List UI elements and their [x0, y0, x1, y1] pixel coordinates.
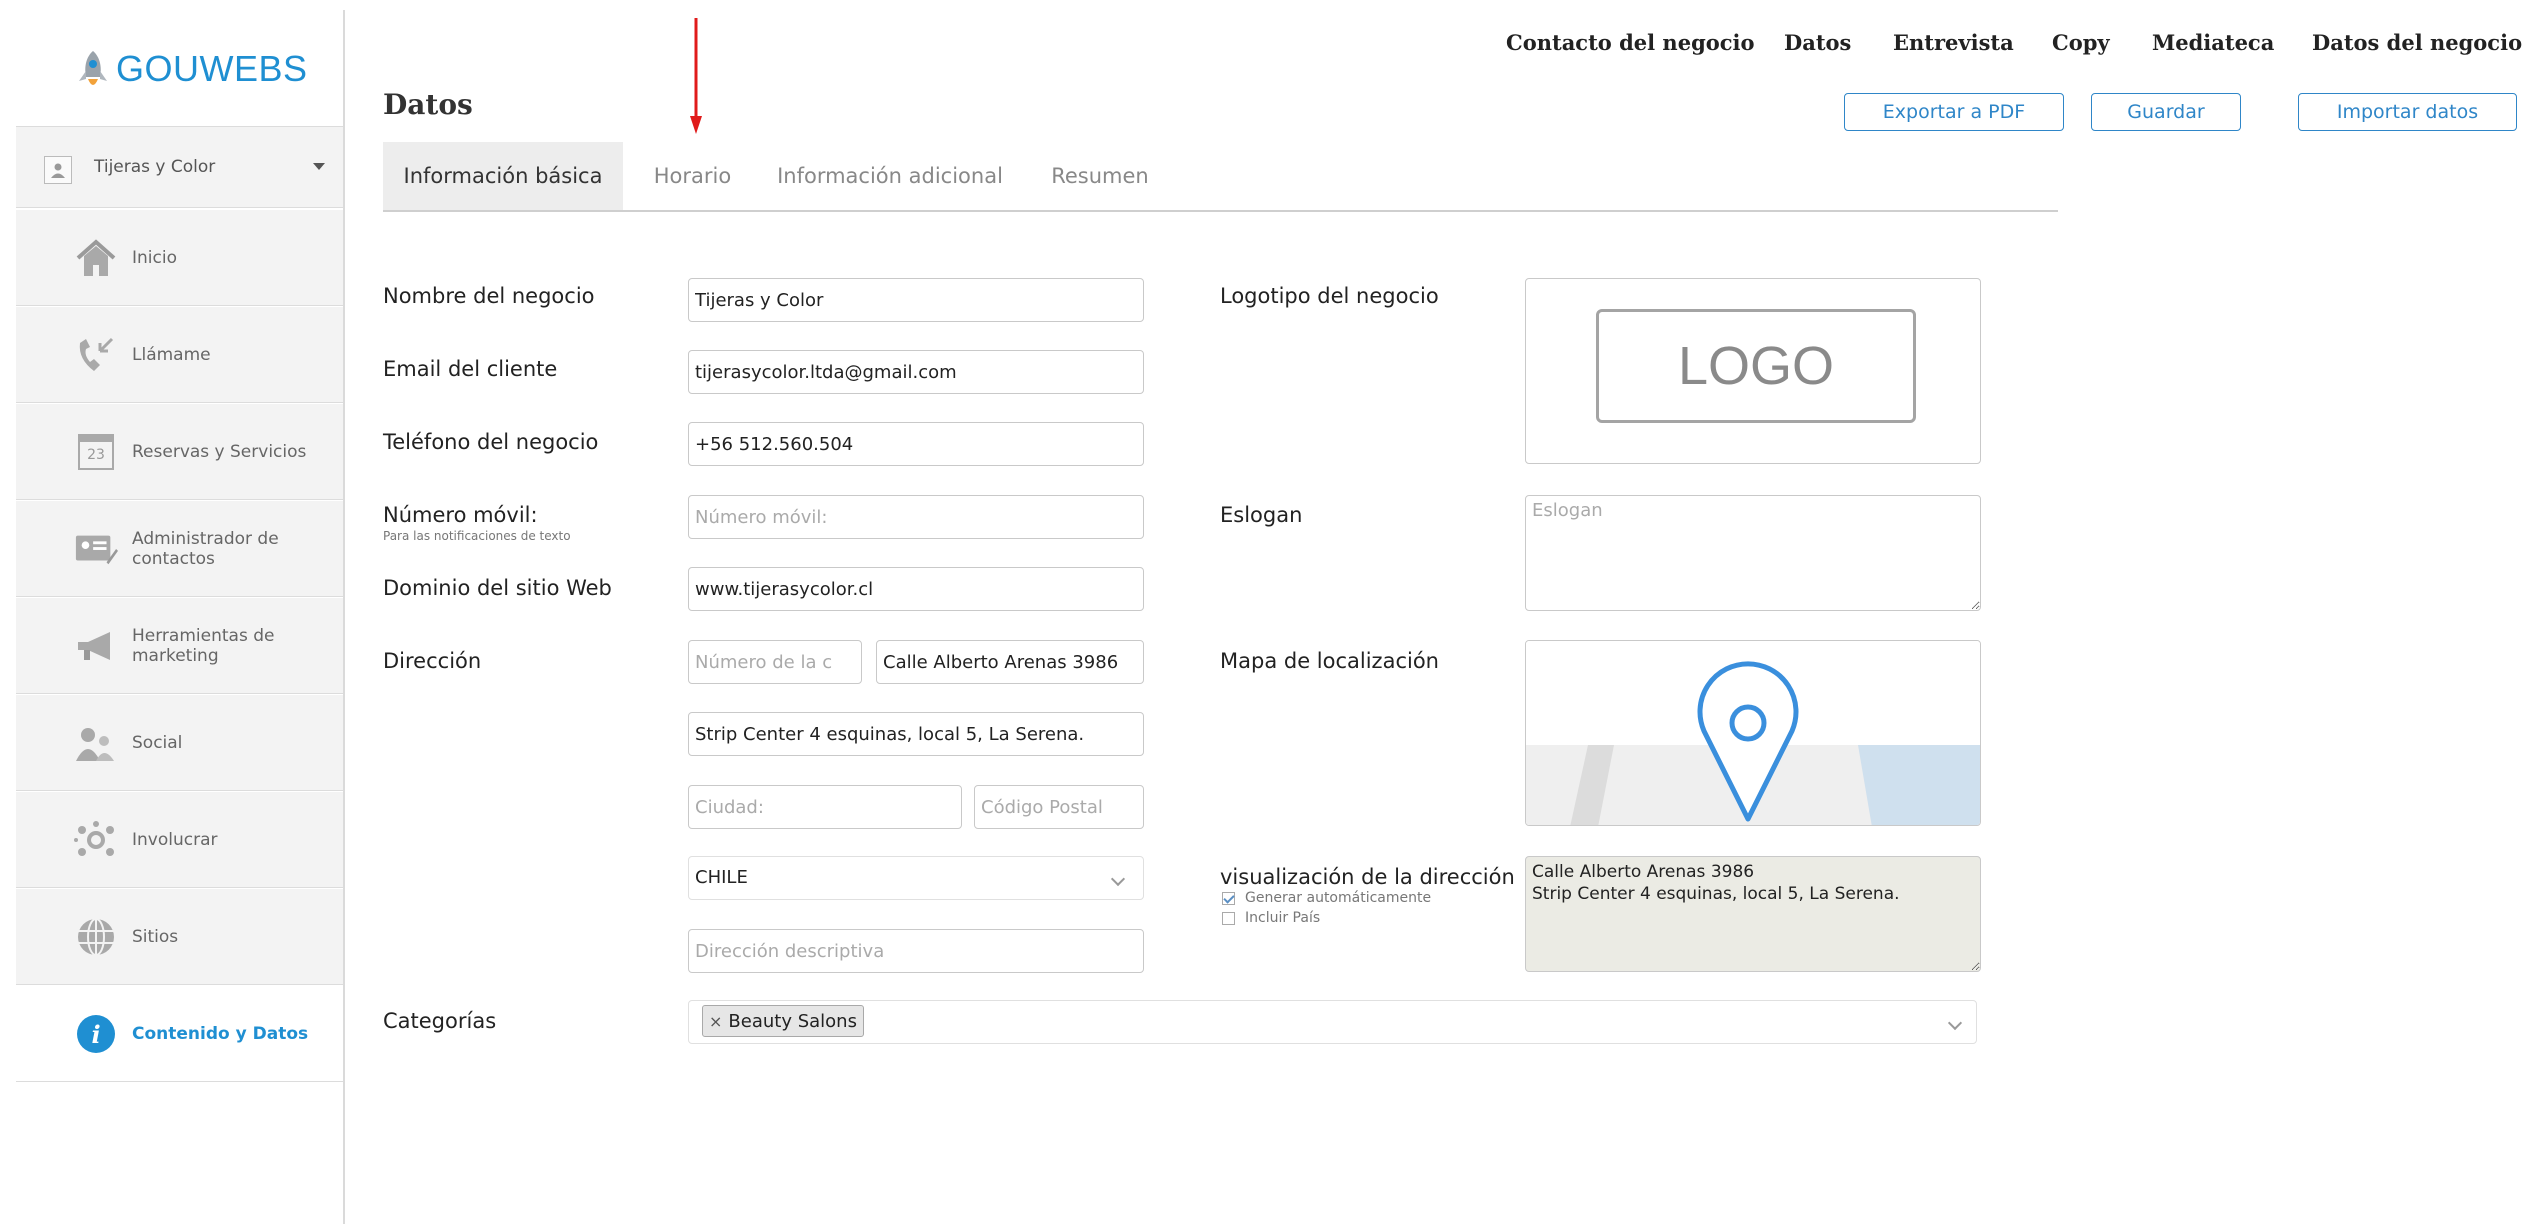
mobile-input[interactable]: [688, 495, 1144, 539]
home-icon: [74, 238, 118, 278]
business-name-input[interactable]: [688, 278, 1144, 322]
sidebar-item-sitios[interactable]: Sitios: [16, 889, 343, 985]
street-input[interactable]: [876, 640, 1144, 684]
megaphone-icon: [74, 626, 118, 666]
annotation-arrow: [690, 18, 702, 134]
top-nav-datos-negocio[interactable]: Datos del negocio: [2312, 30, 2522, 55]
business-phone-label: Teléfono del negocio: [383, 430, 599, 454]
domain-input[interactable]: [688, 567, 1144, 611]
people-icon: [74, 723, 118, 763]
top-nav-datos[interactable]: Datos: [1784, 30, 1851, 55]
business-phone-input[interactable]: [688, 422, 1144, 466]
logo-label: Logotipo del negocio: [1220, 284, 1439, 308]
page-title: Datos: [383, 88, 473, 121]
svg-text:i: i: [91, 1020, 100, 1049]
chevron-down-icon[interactable]: [313, 163, 325, 170]
rocket-logo-icon: [79, 51, 107, 85]
address-display-textarea: Calle Alberto Arenas 3986 Strip Center 4…: [1525, 856, 1981, 972]
brand-name: GOUWEBS: [116, 48, 308, 89]
tab-informacion-adicional[interactable]: Información adicional: [770, 142, 1010, 210]
address-line2-input[interactable]: [688, 712, 1144, 756]
globe-icon: [74, 917, 118, 957]
sidebar-item-label: Llámame: [132, 344, 211, 365]
sidebar-item-marketing[interactable]: Herramientas de marketing: [16, 598, 343, 694]
top-nav-contacto[interactable]: Contacto del negocio: [1506, 30, 1755, 55]
include-country-checkbox-row[interactable]: Incluir País: [1222, 910, 1320, 926]
include-country-label: Incluir País: [1245, 910, 1321, 926]
contact-card-icon: [74, 529, 118, 569]
logo-placeholder: LOGO: [1596, 309, 1916, 423]
phone-icon: [74, 335, 118, 375]
country-value: CHILE: [695, 867, 748, 888]
account-name: Tijeras y Color: [94, 157, 216, 177]
auto-generate-label: Generar automáticamente: [1245, 890, 1432, 906]
sidebar-item-label: Administrador de contactos: [132, 528, 279, 569]
sidebar-item-social[interactable]: Social: [16, 695, 343, 791]
remove-tag-icon[interactable]: ×: [709, 1012, 722, 1031]
sidebar-item-label: Inicio: [132, 247, 177, 268]
user-avatar-icon: [44, 156, 72, 184]
sidebar-item-label: Reservas y Servicios: [132, 441, 307, 462]
network-icon: [74, 820, 118, 860]
tabs-divider: [383, 210, 2058, 212]
info-icon: i: [74, 1014, 118, 1054]
chevron-down-icon: [1947, 1015, 1963, 1031]
client-email-input[interactable]: [688, 350, 1144, 394]
mobile-sublabel: Para las notificaciones de texto: [383, 529, 571, 543]
sidebar-item-reservas[interactable]: 23 Reservas y Servicios: [16, 404, 343, 500]
business-name-label: Nombre del negocio: [383, 284, 595, 308]
tab-resumen[interactable]: Resumen: [1040, 142, 1160, 210]
sidebar-item-label: Social: [132, 732, 183, 753]
top-nav-mediateca[interactable]: Mediateca: [2152, 30, 2274, 55]
save-button[interactable]: Guardar: [2091, 93, 2241, 131]
import-data-button[interactable]: Importar datos: [2298, 93, 2517, 131]
sidebar-item-contenido[interactable]: i Contenido y Datos: [16, 986, 343, 1082]
sidebar-item-contactos[interactable]: Administrador de contactos: [16, 501, 343, 597]
categories-select[interactable]: [688, 1000, 1977, 1044]
domain-label: Dominio del sitio Web: [383, 576, 612, 600]
sidebar-item-label: Involucrar: [132, 829, 218, 850]
export-pdf-button[interactable]: Exportar a PDF: [1844, 93, 2064, 131]
category-tag[interactable]: × Beauty Salons: [702, 1005, 864, 1037]
categories-label: Categorías: [383, 1009, 497, 1033]
top-nav-copy[interactable]: Copy: [2052, 30, 2110, 55]
top-nav-entrevista[interactable]: Entrevista: [1893, 30, 2014, 55]
logo-upload-area[interactable]: LOGO: [1525, 278, 1981, 464]
slogan-label: Eslogan: [1220, 503, 1303, 527]
account-selector[interactable]: Tijeras y Color: [16, 126, 343, 208]
client-email-label: Email del cliente: [383, 357, 558, 381]
slogan-textarea[interactable]: [1525, 495, 1981, 611]
city-input[interactable]: [688, 785, 962, 829]
map-label: Mapa de localización: [1220, 649, 1439, 673]
postal-code-input[interactable]: [974, 785, 1144, 829]
sidebar: GOUWEBS Tijeras y Color Inicio Llámame 2…: [16, 10, 345, 1224]
include-country-checkbox[interactable]: [1222, 911, 1235, 925]
brand-logo[interactable]: GOUWEBS: [76, 48, 308, 90]
mobile-label: Número móvil:: [383, 503, 538, 527]
location-map[interactable]: [1525, 640, 1981, 826]
calendar-day: 23: [78, 434, 114, 470]
address-display-label: visualización de la dirección: [1220, 865, 1515, 889]
sidebar-item-inicio[interactable]: Inicio: [16, 210, 343, 306]
calendar-icon: 23: [74, 432, 118, 472]
street-number-input[interactable]: [688, 640, 862, 684]
map-illustration: [1526, 641, 1980, 825]
sidebar-item-llamame[interactable]: Llámame: [16, 307, 343, 403]
descriptive-address-input[interactable]: [688, 929, 1144, 973]
sidebar-item-label: Herramientas de marketing: [132, 625, 275, 666]
tab-horario[interactable]: Horario: [640, 142, 745, 210]
auto-generate-checkbox-row[interactable]: Generar automáticamente: [1222, 890, 1431, 906]
chevron-down-icon: [1110, 871, 1126, 887]
category-tag-label: Beauty Salons: [728, 1010, 857, 1032]
address-label: Dirección: [383, 649, 482, 673]
sidebar-item-label: Sitios: [132, 926, 179, 947]
tab-informacion-basica[interactable]: Información básica: [383, 142, 623, 210]
auto-generate-checkbox[interactable]: [1222, 891, 1235, 905]
country-select[interactable]: CHILE: [688, 856, 1144, 900]
sidebar-item-involucrar[interactable]: Involucrar: [16, 792, 343, 888]
sidebar-item-label: Contenido y Datos: [132, 1023, 309, 1044]
